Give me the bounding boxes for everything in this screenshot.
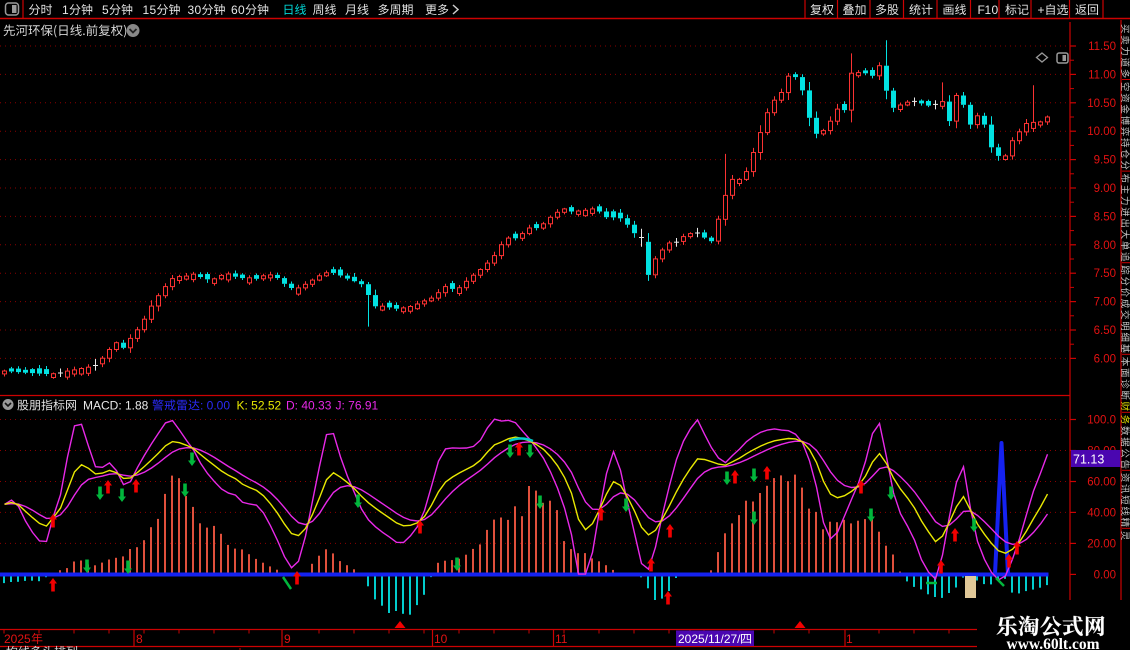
- svg-text:J: 76.91: J: 76.91: [336, 399, 379, 413]
- svg-text:10: 10: [434, 632, 448, 646]
- svg-text:1: 1: [985, 3, 992, 17]
- svg-text:8: 8: [136, 632, 143, 646]
- svg-text:7.50: 7.50: [1094, 268, 1116, 280]
- svg-text:6.00: 6.00: [1094, 353, 1116, 365]
- svg-text:0: 0: [992, 3, 999, 17]
- svg-text:11: 11: [555, 632, 568, 646]
- svg-text:+: +: [1038, 3, 1045, 17]
- svg-text:www.60lt.com: www.60lt.com: [1007, 636, 1100, 650]
- svg-text:0.00: 0.00: [1094, 569, 1116, 581]
- svg-text:8.50: 8.50: [1094, 211, 1116, 223]
- svg-text:1: 1: [62, 3, 69, 17]
- svg-text:9: 9: [284, 632, 291, 646]
- svg-text:9.50: 9.50: [1094, 155, 1116, 167]
- svg-text:1: 1: [143, 3, 150, 17]
- svg-text:11.00: 11.00: [1088, 69, 1116, 81]
- svg-text:5: 5: [150, 3, 157, 17]
- svg-text:2025/11/27/: 2025/11/27/: [678, 632, 741, 646]
- svg-text:9.00: 9.00: [1094, 183, 1116, 195]
- svg-text:71.13: 71.13: [1073, 453, 1104, 467]
- svg-text:MACD: 1.88: MACD: 1.88: [83, 399, 149, 413]
- svg-text:11.50: 11.50: [1088, 41, 1116, 53]
- svg-text:10.00: 10.00: [1087, 126, 1116, 138]
- svg-text:: 0.00: : 0.00: [200, 399, 230, 413]
- svg-text:10.50: 10.50: [1087, 98, 1116, 110]
- svg-text:D: 40.33: D: 40.33: [286, 399, 332, 413]
- svg-text:5: 5: [102, 3, 109, 17]
- svg-text:60.00: 60.00: [1087, 477, 1116, 489]
- svg-text:8.00: 8.00: [1094, 240, 1116, 252]
- svg-text:2025: 2025: [4, 632, 31, 646]
- svg-text:6: 6: [231, 3, 238, 17]
- svg-text:1: 1: [846, 632, 853, 646]
- svg-text:100.0: 100.0: [1087, 415, 1116, 427]
- svg-text:0: 0: [195, 3, 202, 17]
- svg-text:K: 52.52: K: 52.52: [237, 399, 282, 413]
- svg-text:40.00: 40.00: [1087, 507, 1116, 519]
- svg-text:0: 0: [238, 3, 245, 17]
- svg-text:3: 3: [188, 3, 195, 17]
- svg-text:6.50: 6.50: [1094, 325, 1116, 337]
- svg-text:20.00: 20.00: [1087, 538, 1116, 550]
- svg-text:7.00: 7.00: [1094, 297, 1116, 309]
